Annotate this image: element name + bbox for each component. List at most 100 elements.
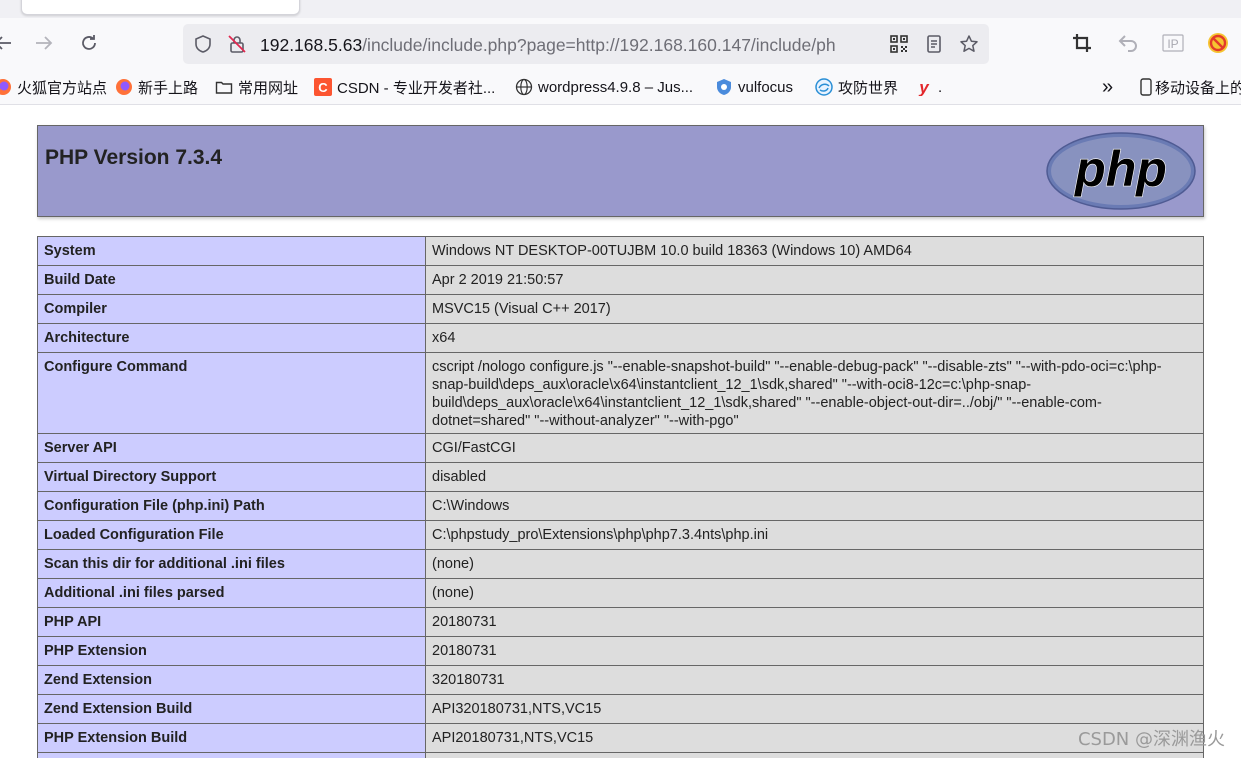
bookmark-label: 新手上路: [138, 79, 199, 97]
row-value: 20180731: [425, 607, 1204, 637]
row-key: [37, 752, 426, 758]
navigation-toolbar: 192.168.5.63/include/include.php?page=ht…: [0, 18, 1241, 70]
row-key: PHP Extension Build: [37, 723, 426, 753]
row-key: Scan this dir for additional .ini files: [37, 549, 426, 579]
row-key: Loaded Configuration File: [37, 520, 426, 550]
row-value: C:\phpstudy_pro\Extensions\php\php7.3.4n…: [425, 520, 1204, 550]
bookmark-common-sites[interactable]: 常用网址: [215, 70, 298, 104]
table-row: [37, 752, 1204, 758]
back-arrow-icon: [0, 36, 11, 50]
bookmark-mobile[interactable]: 移动设备上的: [1140, 70, 1241, 104]
bookmark-firefox-official[interactable]: 火狐官方站点: [0, 70, 107, 104]
screenshot-crop-icon[interactable]: [1069, 30, 1095, 56]
bookmark-star-icon[interactable]: [958, 33, 980, 55]
swirl-icon: [815, 78, 833, 96]
bookmark-label: 移动设备上的: [1155, 79, 1241, 97]
row-value: C:\Windows: [425, 491, 1204, 521]
ip-extension-icon[interactable]: IP: [1160, 30, 1186, 56]
svg-text:C: C: [318, 80, 328, 95]
row-value: disabled: [425, 462, 1204, 492]
row-value: MSVC15 (Visual C++ 2017): [425, 294, 1204, 324]
bookmark-label: CSDN - 专业开发者社...: [337, 79, 496, 97]
table-row: Server API CGI/FastCGI: [37, 433, 1204, 463]
php-logo-text: php: [1073, 141, 1167, 197]
table-row: PHP API 20180731: [37, 607, 1204, 637]
bookmarks-overflow-chevron-icon[interactable]: »: [1102, 70, 1113, 104]
undo-icon[interactable]: [1115, 30, 1141, 56]
reload-icon: [82, 35, 96, 50]
forward-button[interactable]: [29, 28, 59, 58]
insecure-lock-icon[interactable]: [226, 33, 248, 55]
row-key: Compiler: [37, 294, 426, 324]
bookmark-wordpress[interactable]: wordpress4.9.8 – Jus...: [515, 70, 693, 104]
page-content: PHP Version 7.3.4 php System Windows NT D…: [0, 105, 1241, 758]
tracking-protection-shield-icon[interactable]: [192, 33, 214, 55]
bookmark-vulfocus[interactable]: vulfocus: [715, 70, 793, 104]
table-row: Loaded Configuration File C:\phpstudy_pro…: [37, 520, 1204, 550]
row-key: Additional .ini files parsed: [37, 578, 426, 608]
table-row: Additional .ini files parsed (none): [37, 578, 1204, 608]
row-key: PHP Extension: [37, 636, 426, 666]
globe-icon: [515, 78, 533, 96]
row-key: Zend Extension Build: [37, 694, 426, 724]
firefox-icon: [115, 78, 133, 96]
bookmark-label: 常用网址: [238, 79, 299, 97]
row-value: [425, 752, 1204, 758]
folder-icon: [215, 78, 233, 96]
row-key: System: [37, 236, 426, 266]
row-value: (none): [425, 578, 1204, 608]
bookmark-csdn[interactable]: C CSDN - 专业开发者社...: [314, 70, 495, 104]
row-key: Build Date: [37, 265, 426, 295]
row-key: Zend Extension: [37, 665, 426, 695]
row-key: Configuration File (php.ini) Path: [37, 491, 426, 521]
back-button[interactable]: [0, 28, 18, 58]
table-row: PHP Extension Build API20180731,NTS,VC15: [37, 723, 1204, 753]
bookmark-label: 攻防世界: [838, 79, 899, 97]
row-value: 20180731: [425, 636, 1204, 666]
row-key: Server API: [37, 433, 426, 463]
table-row: Configure Command cscript /nologo configu…: [37, 352, 1204, 434]
row-key: PHP API: [37, 607, 426, 637]
bookmark-label: wordpress4.9.8 – Jus...: [538, 78, 694, 96]
url-text[interactable]: 192.168.5.63/include/include.php?page=ht…: [260, 33, 890, 57]
row-value: (none): [425, 549, 1204, 579]
table-row: Architecture x64: [37, 323, 1204, 353]
table-row: Configuration File (php.ini) Path C:\Wind…: [37, 491, 1204, 521]
shield-icon: [715, 78, 733, 96]
bookmarks-toolbar: 火狐官方站点 新手上路 常用网址 C CSDN - 专业开发者社... word…: [0, 70, 1241, 105]
bookmark-label: .: [938, 78, 943, 96]
php-version-header: PHP Version 7.3.4 php: [37, 125, 1204, 217]
table-row: Zend Extension 320180731: [37, 665, 1204, 695]
bookmark-getting-started[interactable]: 新手上路: [115, 70, 198, 104]
table-row: System Windows NT DESKTOP-00TUJBM 10.0 bu…: [37, 236, 1204, 266]
url-bar[interactable]: 192.168.5.63/include/include.php?page=ht…: [183, 24, 989, 64]
php-logo-icon[interactable]: php: [1045, 131, 1197, 211]
url-fade: [859, 30, 891, 58]
bookmark-xctf[interactable]: 攻防世界: [815, 70, 898, 104]
bookmark-label: 火狐官方站点: [17, 79, 108, 97]
table-row: Scan this dir for additional .ini files(…: [37, 549, 1204, 579]
reload-button[interactable]: [74, 28, 104, 58]
blocker-extension-icon[interactable]: [1205, 30, 1231, 56]
row-value: Apr 2 2019 21:50:57: [425, 265, 1204, 295]
tab-strip: [0, 0, 1241, 18]
bookmark-y[interactable]: y .: [915, 70, 942, 104]
firefox-icon: [0, 78, 12, 96]
csdn-icon: C: [314, 78, 332, 96]
active-tab[interactable]: [21, 0, 300, 15]
svg-text:IP: IP: [1167, 37, 1178, 51]
row-key: Virtual Directory Support: [37, 462, 426, 492]
row-key: Architecture: [37, 323, 426, 353]
row-key: Configure Command: [37, 352, 426, 434]
qr-code-icon[interactable]: [888, 33, 910, 55]
svg-text:y: y: [918, 78, 930, 96]
reader-view-icon[interactable]: [923, 33, 945, 55]
row-value: 320180731: [425, 665, 1204, 695]
table-row: Compiler MSVC15 (Visual C++ 2017): [37, 294, 1204, 324]
bookmark-label: vulfocus: [738, 78, 794, 96]
phpinfo-table: System Windows NT DESKTOP-00TUJBM 10.0 bu…: [37, 236, 1204, 758]
table-row: Zend Extension Build API320180731,NTS,VC1…: [37, 694, 1204, 724]
row-value: Windows NT DESKTOP-00TUJBM 10.0 build 18…: [425, 236, 1204, 266]
url-host: 192.168.5.63: [260, 35, 363, 55]
watermark: CSDN @深渊渔火: [1077, 729, 1225, 750]
